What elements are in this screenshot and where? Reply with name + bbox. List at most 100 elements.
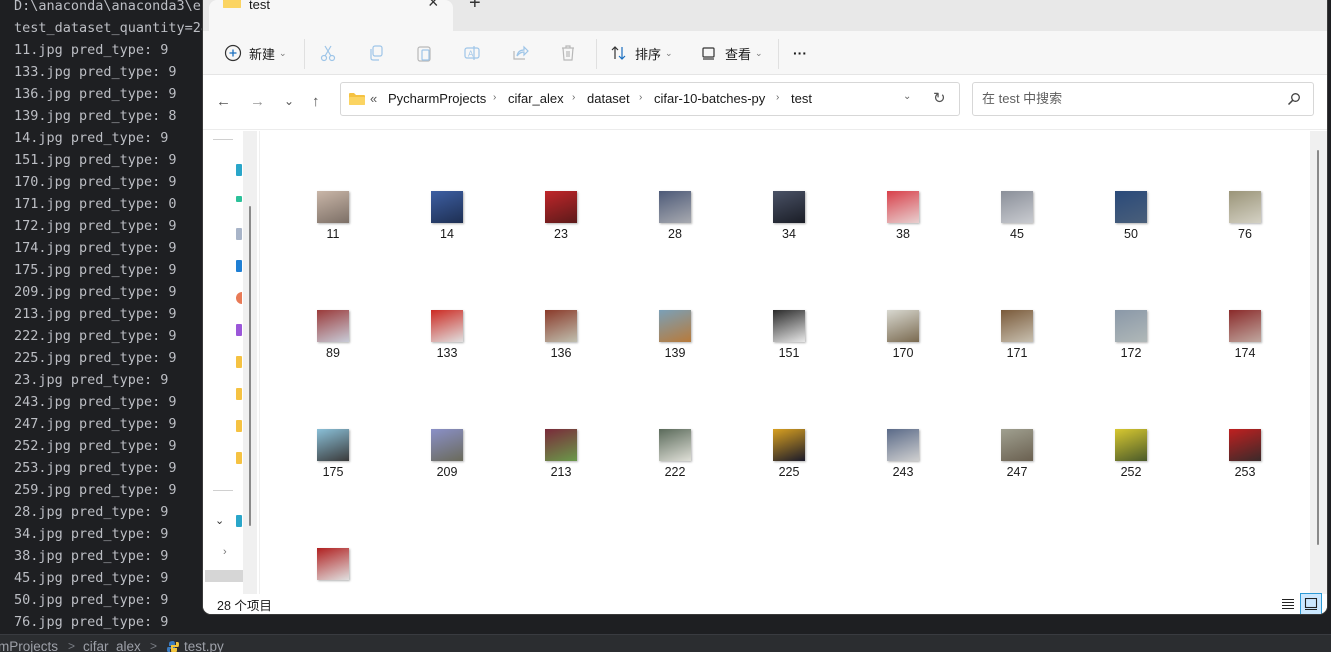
image-thumbnail xyxy=(659,429,691,461)
more-options-button[interactable]: ··· xyxy=(793,41,807,65)
cut-button[interactable] xyxy=(318,41,338,65)
new-tab-icon[interactable]: + xyxy=(469,0,481,15)
address-dropdown-icon[interactable]: ⌄ xyxy=(903,91,911,102)
file-item[interactable]: 136 xyxy=(521,310,601,380)
file-item[interactable]: 171 xyxy=(977,310,1057,380)
collapse-chevron-icon[interactable]: ⌄ xyxy=(215,514,224,527)
console-line: 76.jpg pred_type: 9 xyxy=(14,614,169,630)
file-item[interactable]: 175 xyxy=(293,429,373,499)
file-item[interactable] xyxy=(293,548,373,594)
file-item[interactable]: 243 xyxy=(863,429,943,499)
breadcrumb-folder[interactable]: cifar_alex xyxy=(83,639,141,652)
file-item[interactable]: 151 xyxy=(749,310,829,380)
file-item[interactable]: 14 xyxy=(407,191,487,261)
search-icon[interactable] xyxy=(1287,92,1301,106)
file-item[interactable]: 252 xyxy=(1091,429,1171,499)
file-item[interactable]: 213 xyxy=(521,429,601,499)
nav-folder-icon[interactable] xyxy=(236,388,242,400)
file-item[interactable]: 247 xyxy=(977,429,1057,499)
file-item[interactable]: 38 xyxy=(863,191,943,261)
console-line: 243.jpg pred_type: 9 xyxy=(14,394,177,410)
large-icons-view-button[interactable] xyxy=(1300,593,1322,614)
image-thumbnail xyxy=(887,191,919,223)
file-item[interactable]: 174 xyxy=(1205,310,1285,380)
nav-item-icon[interactable] xyxy=(236,228,242,240)
rename-icon: A xyxy=(464,46,480,60)
nav-item-icon[interactable] xyxy=(236,196,242,202)
file-item[interactable]: 11 xyxy=(293,191,373,261)
list-view-icon xyxy=(1282,598,1294,610)
nav-item-icon[interactable] xyxy=(236,515,242,527)
address-bar[interactable]: « PycharmProjects › cifar_alex › dataset… xyxy=(340,82,960,116)
search-input[interactable] xyxy=(982,91,1272,106)
tab-test[interactable]: test × xyxy=(209,0,453,31)
sort-button[interactable]: 排序 ⌄ xyxy=(609,41,673,65)
refresh-icon[interactable]: ↻ xyxy=(933,89,946,107)
copy-button[interactable] xyxy=(366,41,386,65)
command-bar: 新建 ⌄ A 排序 ⌄ 查看 ⌄ ··· xyxy=(203,31,1327,75)
file-item[interactable]: 139 xyxy=(635,310,715,380)
file-item[interactable]: 225 xyxy=(749,429,829,499)
console-line: 23.jpg pred_type: 9 xyxy=(14,372,169,388)
file-name: 170 xyxy=(892,346,914,360)
nav-item-icon[interactable] xyxy=(236,164,242,176)
address-segment[interactable]: cifar-10-batches-py xyxy=(654,91,765,106)
clipboard-icon xyxy=(417,46,431,62)
up-button[interactable]: ↑ xyxy=(312,93,320,110)
back-button[interactable]: ← xyxy=(216,93,231,110)
image-thumbnail xyxy=(1001,310,1033,342)
address-segment[interactable]: PycharmProjects xyxy=(388,91,486,106)
nav-folder-icon[interactable] xyxy=(236,420,242,432)
expand-chevron-icon[interactable]: › xyxy=(223,546,227,558)
nav-item-icon[interactable] xyxy=(236,324,242,336)
file-name: 247 xyxy=(1006,465,1028,479)
python-file-icon xyxy=(167,641,179,652)
file-item[interactable]: 170 xyxy=(863,310,943,380)
chevron-right-icon[interactable]: › xyxy=(572,92,575,103)
file-item[interactable]: 172 xyxy=(1091,310,1171,380)
nav-divider xyxy=(213,490,233,491)
rename-button[interactable]: A xyxy=(462,41,482,65)
file-item[interactable]: 34 xyxy=(749,191,829,261)
nav-folder-icon[interactable] xyxy=(236,356,242,368)
chevron-right-icon[interactable]: › xyxy=(639,92,642,103)
ide-breadcrumb-bar: mProjects > cifar_alex > test.py xyxy=(0,634,1331,652)
share-button[interactable] xyxy=(510,41,530,65)
nav-item-icon[interactable] xyxy=(236,292,242,304)
nav-item-icon[interactable] xyxy=(236,260,242,272)
file-item[interactable]: 209 xyxy=(407,429,487,499)
nav-horizontal-scrollbar[interactable] xyxy=(205,570,243,582)
file-item[interactable]: 23 xyxy=(521,191,601,261)
toolbar-divider xyxy=(304,39,305,69)
forward-button[interactable]: → xyxy=(250,93,265,110)
chevron-right-icon[interactable]: › xyxy=(493,92,496,103)
search-box xyxy=(972,82,1314,116)
file-item[interactable]: 50 xyxy=(1091,191,1171,261)
close-tab-icon[interactable]: × xyxy=(428,0,439,13)
breadcrumb-project[interactable]: mProjects xyxy=(0,639,58,652)
file-item[interactable]: 133 xyxy=(407,310,487,380)
file-item[interactable]: 45 xyxy=(977,191,1057,261)
content-scrollbar-thumb[interactable] xyxy=(1317,150,1319,545)
nav-folder-icon[interactable] xyxy=(236,452,242,464)
file-item[interactable]: 222 xyxy=(635,429,715,499)
address-segment[interactable]: dataset xyxy=(587,91,630,106)
address-segment[interactable]: test xyxy=(791,91,812,106)
sort-icon xyxy=(611,46,626,60)
nav-scrollbar-thumb[interactable] xyxy=(249,206,251,526)
address-overflow[interactable]: « xyxy=(370,91,377,106)
paste-button[interactable] xyxy=(414,41,434,65)
recent-locations-button[interactable]: ⌄ xyxy=(284,94,294,108)
file-item[interactable]: 253 xyxy=(1205,429,1285,499)
file-item[interactable]: 28 xyxy=(635,191,715,261)
breadcrumb-file[interactable]: test.py xyxy=(184,639,224,652)
view-button[interactable]: 查看 ⌄ xyxy=(699,41,763,65)
file-item[interactable]: 76 xyxy=(1205,191,1285,261)
delete-button[interactable] xyxy=(558,41,578,65)
console-line: 171.jpg pred_type: 0 xyxy=(14,196,177,212)
details-view-button[interactable] xyxy=(1277,593,1299,614)
new-button[interactable]: 新建 ⌄ xyxy=(223,41,287,65)
address-segment[interactable]: cifar_alex xyxy=(508,91,564,106)
file-item[interactable]: 89 xyxy=(293,310,373,380)
chevron-right-icon[interactable]: › xyxy=(776,92,779,103)
